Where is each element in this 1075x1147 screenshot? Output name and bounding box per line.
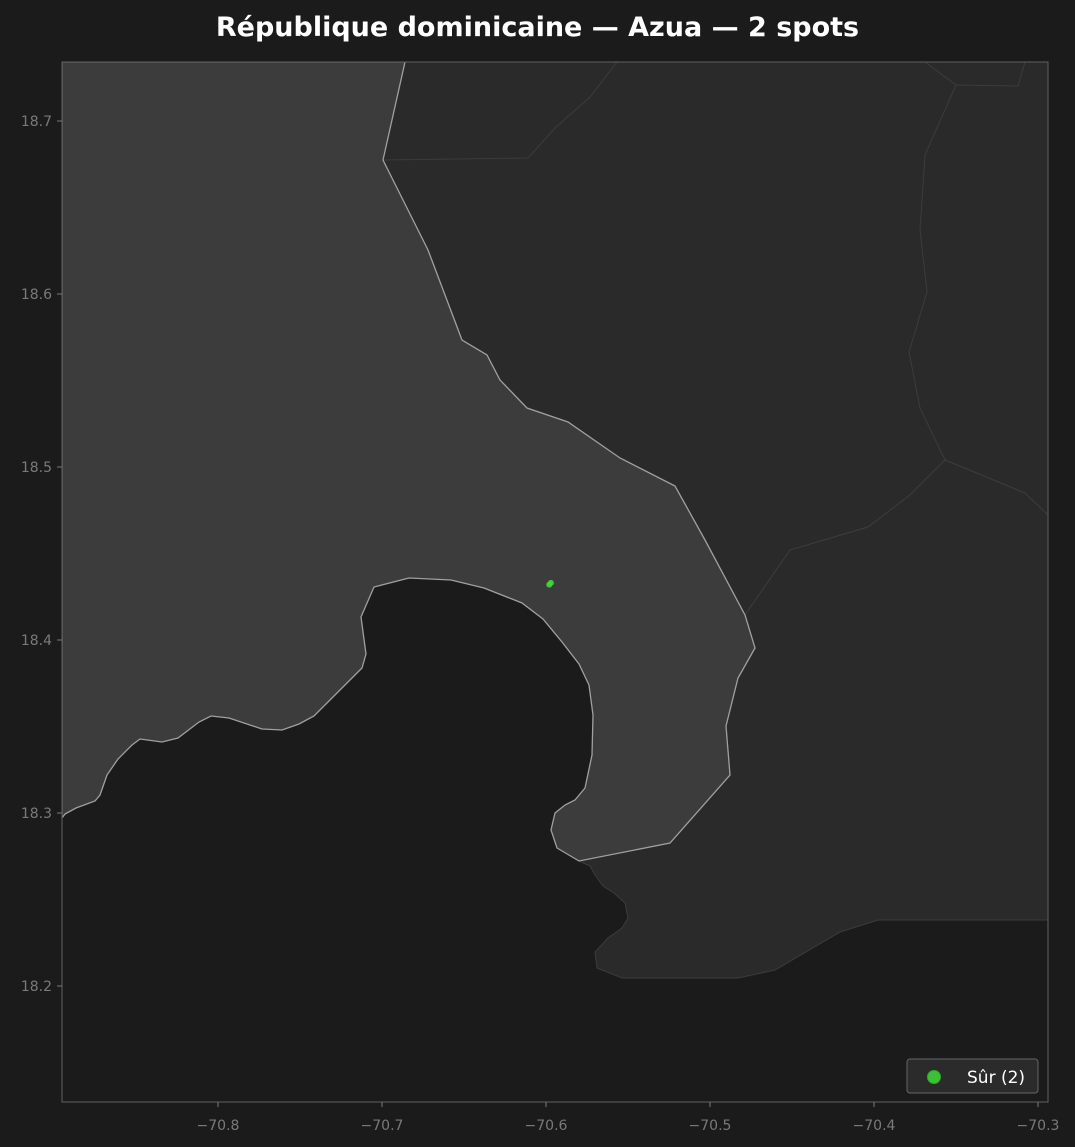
y-tick-label: 18.4 — [21, 633, 52, 649]
y-tick-label: 18.6 — [21, 287, 52, 303]
x-tick-label: −70.5 — [689, 1118, 732, 1134]
y-tick-label: 18.2 — [21, 979, 52, 995]
legend-marker-icon — [927, 1070, 941, 1084]
map-figure: République dominicaine — Azua — 2 spots — [0, 0, 1075, 1147]
y-tick-label: 18.7 — [21, 114, 52, 130]
x-axis: −70.8 −70.7 −70.6 −70.5 −70.4 −70.3 — [197, 1102, 1060, 1134]
y-tick-label: 18.5 — [21, 460, 52, 476]
x-tick-label: −70.8 — [197, 1118, 240, 1134]
x-tick-label: −70.7 — [361, 1118, 404, 1134]
y-axis: 18.7 18.6 18.5 18.4 18.3 18.2 — [21, 114, 62, 995]
x-tick-label: −70.4 — [853, 1118, 896, 1134]
x-tick-label: −70.6 — [525, 1118, 568, 1134]
map-canvas[interactable]: −70.8 −70.7 −70.6 −70.5 −70.4 −70.3 18.7… — [0, 0, 1075, 1147]
legend-label: Sûr (2) — [967, 1068, 1025, 1088]
x-tick-label: −70.3 — [1017, 1118, 1060, 1134]
y-tick-label: 18.3 — [21, 806, 52, 822]
legend[interactable]: Sûr (2) — [906, 1058, 1039, 1094]
spot-marker[interactable] — [547, 579, 554, 586]
